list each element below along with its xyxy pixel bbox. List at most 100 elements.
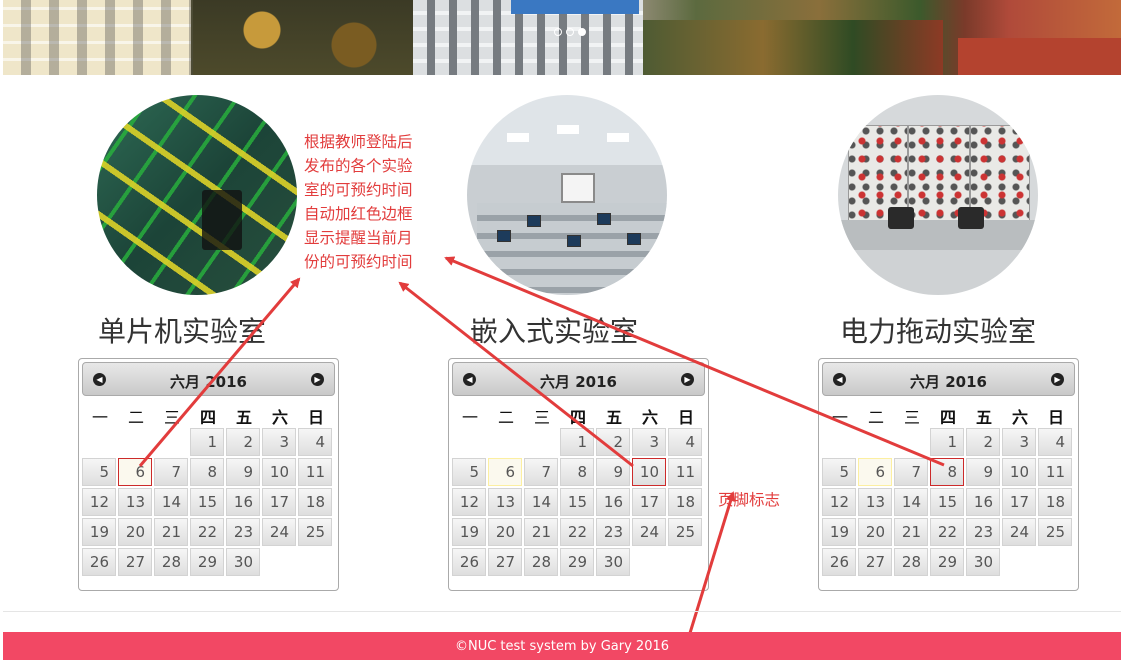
next-month-icon[interactable]: ▶: [1051, 373, 1064, 386]
day-cell[interactable]: 25: [298, 518, 332, 546]
day-cell[interactable]: 20: [858, 518, 892, 546]
day-cell[interactable]: 18: [668, 488, 702, 516]
day-cell[interactable]: 10: [1002, 458, 1036, 486]
day-cell[interactable]: 2: [596, 428, 630, 456]
day-cell[interactable]: 6: [858, 458, 892, 486]
day-cell[interactable]: 8: [560, 458, 594, 486]
day-cell[interactable]: 17: [262, 488, 296, 516]
day-cell[interactable]: 3: [1002, 428, 1036, 456]
day-cell[interactable]: 23: [596, 518, 630, 546]
day-cell[interactable]: 27: [858, 548, 892, 576]
day-cell[interactable]: 28: [524, 548, 558, 576]
day-cell[interactable]: 21: [524, 518, 558, 546]
day-cell[interactable]: 13: [488, 488, 522, 516]
day-cell[interactable]: 19: [82, 518, 116, 546]
day-cell[interactable]: 14: [154, 488, 188, 516]
day-cell[interactable]: 30: [966, 548, 1000, 576]
day-cell[interactable]: 5: [452, 458, 486, 486]
day-cell[interactable]: 23: [966, 518, 1000, 546]
day-cell[interactable]: 19: [822, 518, 856, 546]
day-cell[interactable]: 19: [452, 518, 486, 546]
day-cell[interactable]: 6: [488, 458, 522, 486]
day-cell[interactable]: 1: [190, 428, 224, 456]
day-cell[interactable]: 24: [262, 518, 296, 546]
day-cell[interactable]: 4: [298, 428, 332, 456]
day-cell[interactable]: 30: [226, 548, 260, 576]
day-cell[interactable]: 27: [118, 548, 152, 576]
day-cell[interactable]: 24: [1002, 518, 1036, 546]
day-cell[interactable]: 5: [82, 458, 116, 486]
day-cell[interactable]: 9: [966, 458, 1000, 486]
day-cell[interactable]: 12: [452, 488, 486, 516]
day-cell[interactable]: 23: [226, 518, 260, 546]
day-cell[interactable]: 4: [668, 428, 702, 456]
day-cell[interactable]: 11: [668, 458, 702, 486]
day-cell[interactable]: 7: [524, 458, 558, 486]
carousel-dot-2[interactable]: [566, 28, 574, 36]
day-cell[interactable]: 21: [894, 518, 928, 546]
day-cell[interactable]: 13: [858, 488, 892, 516]
annotation-note: 根据教师登陆后 发布的各个实验 室的可预约时间 自动加红色边框 显示提醒当前月 …: [304, 130, 444, 274]
day-cell[interactable]: 17: [632, 488, 666, 516]
day-cell-available[interactable]: 6: [118, 458, 152, 486]
day-cell[interactable]: 28: [894, 548, 928, 576]
day-cell-available[interactable]: 8: [930, 458, 964, 486]
day-cell[interactable]: 1: [560, 428, 594, 456]
day-cell[interactable]: 15: [190, 488, 224, 516]
day-cell[interactable]: 13: [118, 488, 152, 516]
day-cell[interactable]: 9: [226, 458, 260, 486]
day-cell[interactable]: 21: [154, 518, 188, 546]
day-cell[interactable]: 1: [930, 428, 964, 456]
day-cell-available[interactable]: 10: [632, 458, 666, 486]
day-cell[interactable]: 2: [966, 428, 1000, 456]
day-cell[interactable]: 16: [226, 488, 260, 516]
day-cell[interactable]: 15: [560, 488, 594, 516]
carousel-dot-1[interactable]: [554, 28, 562, 36]
day-cell[interactable]: 3: [632, 428, 666, 456]
day-cell[interactable]: 25: [1038, 518, 1072, 546]
day-cell[interactable]: 11: [1038, 458, 1072, 486]
day-cell[interactable]: 28: [154, 548, 188, 576]
day-cell[interactable]: 29: [190, 548, 224, 576]
day-cell[interactable]: 29: [560, 548, 594, 576]
day-cell[interactable]: 7: [894, 458, 928, 486]
day-cell[interactable]: 3: [262, 428, 296, 456]
day-cell[interactable]: 2: [226, 428, 260, 456]
day-cell[interactable]: 20: [488, 518, 522, 546]
lab-image-electric-drive[interactable]: [838, 95, 1038, 295]
day-cell[interactable]: 25: [668, 518, 702, 546]
day-cell[interactable]: 22: [190, 518, 224, 546]
day-cell[interactable]: 29: [930, 548, 964, 576]
day-cell[interactable]: 5: [822, 458, 856, 486]
day-cell[interactable]: 18: [298, 488, 332, 516]
day-cell[interactable]: 17: [1002, 488, 1036, 516]
day-cell[interactable]: 26: [82, 548, 116, 576]
day-cell[interactable]: 22: [930, 518, 964, 546]
day-cell[interactable]: 30: [596, 548, 630, 576]
lab-image-microcontroller[interactable]: [97, 95, 297, 295]
day-cell[interactable]: 14: [894, 488, 928, 516]
day-cell[interactable]: 16: [966, 488, 1000, 516]
day-cell[interactable]: 12: [822, 488, 856, 516]
day-cell[interactable]: 20: [118, 518, 152, 546]
day-cell[interactable]: 7: [154, 458, 188, 486]
day-cell[interactable]: 24: [632, 518, 666, 546]
day-cell[interactable]: 9: [596, 458, 630, 486]
day-cell[interactable]: 27: [488, 548, 522, 576]
day-cell[interactable]: 8: [190, 458, 224, 486]
lab-image-embedded[interactable]: [467, 95, 667, 295]
day-cell[interactable]: 26: [822, 548, 856, 576]
day-cell[interactable]: 22: [560, 518, 594, 546]
day-cell[interactable]: 11: [298, 458, 332, 486]
day-cell[interactable]: 10: [262, 458, 296, 486]
day-cell[interactable]: 15: [930, 488, 964, 516]
day-cell[interactable]: 12: [82, 488, 116, 516]
next-month-icon[interactable]: ▶: [681, 373, 694, 386]
day-cell[interactable]: 14: [524, 488, 558, 516]
day-cell[interactable]: 18: [1038, 488, 1072, 516]
day-cell[interactable]: 4: [1038, 428, 1072, 456]
day-cell[interactable]: 16: [596, 488, 630, 516]
next-month-icon[interactable]: ▶: [311, 373, 324, 386]
carousel-dot-3[interactable]: [578, 28, 586, 36]
day-cell[interactable]: 26: [452, 548, 486, 576]
